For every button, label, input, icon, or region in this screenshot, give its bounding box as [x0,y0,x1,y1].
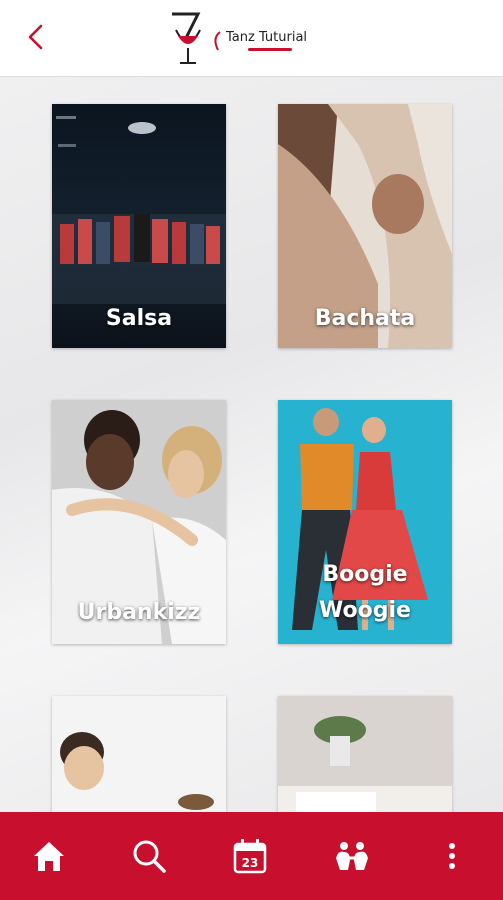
dance-photo-5 [52,696,226,812]
nav-more-button[interactable] [432,836,472,876]
card-label-line2: Woogie [319,598,411,623]
logo-underline [248,48,292,51]
card-boogie-woogie[interactable]: Boogie Woogie [278,400,452,644]
back-button[interactable] [22,22,52,52]
card-label-line1: Boogie [322,562,408,587]
chevron-left-icon [28,24,43,50]
logo-text: Tanz Tuturial [226,30,308,45]
calendar-icon: 23 [233,839,267,874]
calendar-day: 23 [242,856,259,870]
card-urbankizz[interactable]: Urbankizz [52,400,226,644]
app-header: Tanz Tuturial [0,0,503,77]
search-icon [133,840,166,873]
card-6[interactable] [278,696,452,812]
bottom-nav: 23 [0,812,503,900]
nav-dancers-button[interactable] [332,836,372,876]
nav-calendar-button[interactable]: 23 [230,836,270,876]
card-label: Salsa [105,306,173,331]
more-vertical-icon [449,843,455,869]
app-logo: Tanz Tuturial [168,8,318,70]
dance-grid: Salsa Bachata Urbankizz Boogie Woogie [0,76,503,812]
card-label: Bachata [314,306,416,331]
card-bachata[interactable]: Bachata [278,104,452,348]
card-label: Urbankizz [77,600,201,625]
dancers-icon [336,842,368,870]
nav-home-button[interactable] [29,836,69,876]
card-5[interactable] [52,696,226,812]
dance-photo-6 [278,696,452,812]
card-salsa[interactable]: Salsa [52,104,226,348]
nav-search-button[interactable] [129,836,169,876]
home-icon [34,842,64,871]
wine-glass-logo-icon [172,12,221,64]
